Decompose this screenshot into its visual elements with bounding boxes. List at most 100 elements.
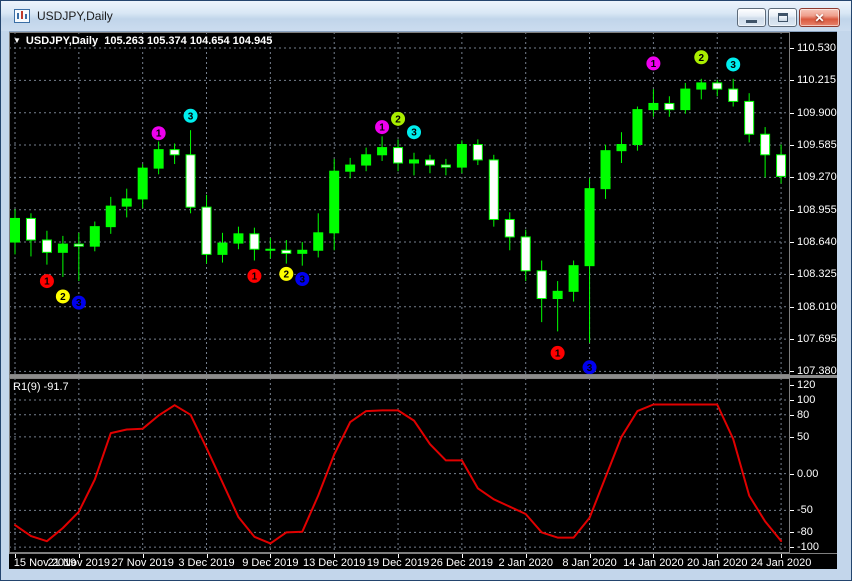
chevron-down-icon[interactable]: ▼ [13, 36, 21, 45]
candle-body [74, 244, 83, 246]
price-tick-mark [790, 177, 794, 178]
candle-body [681, 89, 690, 110]
oscillator-tick-mark [790, 532, 794, 533]
candle-body [745, 101, 754, 134]
candle-body [362, 155, 371, 165]
price-label: 110.215 [797, 74, 836, 86]
price-tick-mark [790, 339, 794, 340]
signal-marker-number: 1 [651, 59, 657, 70]
title-bar[interactable]: USDJPY,Daily ✕ [1, 1, 851, 31]
date-label: 26 Dec 2019 [427, 557, 497, 569]
price-axis[interactable]: 110.530110.215109.900109.585109.270108.9… [790, 32, 837, 375]
chart-header-symbol: USDJPY,Daily [26, 35, 98, 47]
candle-body [330, 171, 339, 233]
signal-marker-number: 2 [395, 114, 401, 125]
date-label: 21 Nov 2019 [44, 557, 114, 569]
candle-body [250, 234, 259, 249]
oscillator-tick-mark [790, 474, 794, 475]
signal-marker-number: 1 [44, 277, 50, 288]
candle-body [218, 243, 227, 254]
candle-body [553, 291, 562, 298]
price-tick-mark [790, 113, 794, 114]
signal-marker-number: 3 [411, 128, 417, 139]
price-tick-mark [790, 242, 794, 243]
oscillator-tick-mark [790, 415, 794, 416]
oscillator-axis[interactable]: 12010080500.00-50-80-100 [790, 378, 837, 553]
date-label: 14 Jan 2020 [618, 557, 688, 569]
signal-marker-number: 1 [156, 129, 162, 140]
close-button[interactable]: ✕ [799, 8, 840, 27]
candle-body [58, 244, 67, 252]
price-tick-mark [790, 371, 794, 372]
signal-marker-number: 1 [252, 271, 258, 282]
oscillator-label: R1(9) -91.7 [13, 381, 69, 393]
oscillator-axis-label: 0.00 [797, 468, 818, 480]
candle-body [505, 219, 514, 236]
oscillator-tick-mark [790, 437, 794, 438]
candle-body [665, 103, 674, 109]
candle-body [569, 266, 578, 292]
candle-body [90, 227, 99, 247]
signal-marker-number: 2 [60, 292, 66, 303]
candle-body [441, 165, 450, 167]
candle-body [457, 145, 466, 168]
close-icon: ✕ [814, 12, 824, 24]
oscillator-axis-label: 120 [797, 379, 815, 391]
price-tick-mark [790, 307, 794, 308]
restore-button[interactable] [768, 8, 797, 27]
candle-body [11, 218, 20, 242]
oscillator-axis-label: 80 [797, 409, 809, 421]
oscillator-axis-label: -50 [797, 504, 813, 516]
restore-icon [778, 13, 788, 22]
candle-body [521, 237, 530, 271]
candle-body [266, 249, 275, 250]
price-chart[interactable]: 1231312312313123 ▼USDJPY,Daily 105.263 1… [9, 32, 790, 375]
candle-body [473, 145, 482, 160]
price-label: 109.585 [797, 139, 837, 151]
price-label: 107.695 [797, 333, 837, 345]
price-label: 108.955 [797, 204, 837, 216]
candle-body [186, 155, 195, 207]
candle-body [713, 83, 722, 89]
signal-marker-number: 2 [284, 269, 290, 280]
candle-body [26, 218, 35, 240]
candle-body [346, 165, 355, 171]
candle-body [410, 160, 419, 163]
candle-body [282, 250, 291, 253]
date-label: 24 Jan 2020 [746, 557, 816, 569]
signal-marker-number: 3 [730, 60, 736, 71]
date-axis[interactable]: 15 Nov 201921 Nov 201927 Nov 20193 Dec 2… [9, 553, 837, 570]
oscillator-chart[interactable]: R1(9) -91.7 [9, 378, 790, 553]
candle-body [394, 148, 403, 163]
price-label: 109.900 [797, 107, 837, 119]
signal-marker-number: 3 [299, 275, 305, 286]
candle-body [425, 160, 434, 165]
chart-client-area: 1231312312313123 ▼USDJPY,Daily 105.263 1… [9, 31, 837, 569]
candle-body [378, 148, 387, 155]
minimize-button[interactable] [737, 8, 766, 27]
date-label: 3 Dec 2019 [172, 557, 242, 569]
price-tick-mark [790, 48, 794, 49]
candle-body [537, 271, 546, 299]
candle-body [761, 134, 770, 155]
candle-body [777, 155, 786, 177]
date-label: 8 Jan 2020 [555, 557, 625, 569]
candle-body [298, 250, 307, 253]
price-label: 108.010 [797, 301, 837, 313]
price-label: 108.325 [797, 268, 837, 280]
date-label: 2 Jan 2020 [491, 557, 561, 569]
signal-marker-number: 3 [587, 363, 593, 374]
oscillator-axis-label: -100 [797, 541, 819, 553]
signal-marker-number: 1 [379, 123, 385, 134]
price-tick-mark [790, 274, 794, 275]
signal-marker-number: 3 [76, 298, 82, 309]
window-controls: ✕ [735, 8, 840, 27]
price-tick-mark [790, 80, 794, 81]
candle-body [154, 150, 163, 168]
candle-body [202, 207, 211, 254]
chart-icon[interactable] [14, 8, 30, 24]
oscillator-tick-mark [790, 547, 794, 548]
candle-body [122, 199, 131, 206]
date-label: 20 Jan 2020 [682, 557, 752, 569]
candle-body [138, 168, 147, 199]
